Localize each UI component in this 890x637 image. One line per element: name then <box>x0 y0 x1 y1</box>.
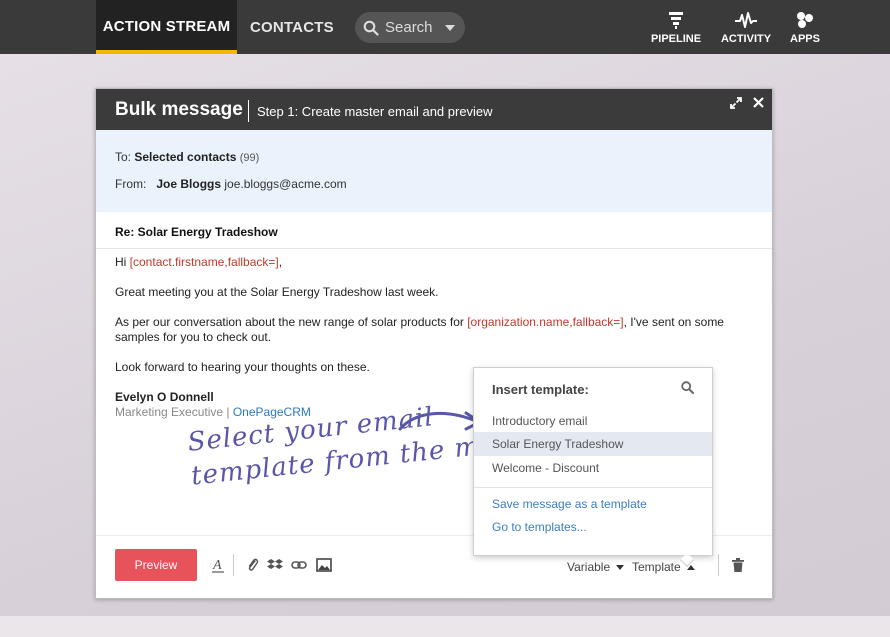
template-dropdown-label: Template <box>632 560 681 574</box>
toolbar-separator-right <box>718 554 719 576</box>
trash-icon[interactable] <box>729 556 747 574</box>
greeting-prefix: Hi <box>115 255 130 269</box>
merge-field-organization: [organization.name,fallback=] <box>467 315 624 329</box>
from-email: joe.bloggs@acme.com <box>224 177 347 191</box>
nav-tab-contacts[interactable]: CONTACTS <box>250 0 334 54</box>
body-line-2[interactable]: As per our conversation about the new ra… <box>115 315 760 345</box>
close-icon[interactable] <box>753 97 764 108</box>
image-icon[interactable] <box>315 556 333 574</box>
preview-button[interactable]: Preview <box>115 549 197 581</box>
signature-role: Marketing Executive <box>115 405 224 419</box>
text-format-icon[interactable]: A <box>209 556 227 574</box>
activity-icon <box>735 12 757 28</box>
search-box[interactable]: Search <box>355 12 465 43</box>
variable-dropdown-label: Variable <box>567 560 611 574</box>
template-item[interactable]: Welcome - Discount <box>474 456 712 480</box>
from-row: From: Joe Bloggs joe.bloggs@acme.com <box>115 177 347 191</box>
from-label: From: <box>115 177 147 191</box>
page-footer-band <box>0 616 890 637</box>
pipeline-icon <box>669 12 683 29</box>
variable-dropdown[interactable]: Variable <box>567 560 625 574</box>
chevron-down-icon[interactable] <box>445 25 455 31</box>
insert-template-menu: Insert template: Introductory email Sola… <box>473 367 713 568</box>
caret-down-icon <box>616 564 625 570</box>
signature-divider: | <box>223 405 233 419</box>
top-navigation: ACTION STREAM CONTACTS Search PIPELINE A… <box>0 0 890 54</box>
greeting-suffix: , <box>278 255 283 269</box>
nav-apps[interactable]: APPS <box>775 10 835 45</box>
toolbar-separator <box>233 554 234 576</box>
merge-field-firstname: [contact.firstname,fallback=] <box>129 255 279 269</box>
to-label: To: <box>115 150 132 164</box>
nav-activity[interactable]: ACTIVITY <box>716 10 776 45</box>
line2-prefix: As per our conversation about the new ra… <box>115 315 468 329</box>
subject-divider <box>96 248 772 249</box>
modal-header: Bulk message Step 1: Create master email… <box>96 89 772 130</box>
template-item[interactable]: Introductory email <box>474 409 712 433</box>
search-placeholder: Search <box>385 19 433 36</box>
body-line-1[interactable]: Great meeting you at the Solar Energy Tr… <box>115 285 760 300</box>
dropbox-icon[interactable] <box>266 556 284 574</box>
to-recipients[interactable]: Selected contacts <box>134 150 236 164</box>
greeting-line[interactable]: Hi [contact.firstname,fallback=], <box>115 255 760 270</box>
address-panel: To: Selected contacts (99) From: Joe Blo… <box>96 130 772 212</box>
header-divider <box>248 100 249 122</box>
expand-icon[interactable] <box>730 97 742 109</box>
to-row: To: Selected contacts (99) <box>115 150 259 164</box>
modal-title: Bulk message <box>115 99 243 120</box>
modal-step-label: Step 1: Create master email and preview <box>257 104 493 119</box>
template-item-selected[interactable]: Solar Energy Tradeshow <box>474 432 712 456</box>
menu-heading: Insert template: <box>492 382 589 397</box>
search-icon <box>363 20 379 36</box>
search-icon[interactable] <box>681 381 694 394</box>
go-to-templates-link[interactable]: Go to templates... <box>492 520 587 534</box>
paperclip-icon[interactable] <box>244 556 262 574</box>
svg-text:A: A <box>212 558 222 573</box>
subject-field[interactable]: Re: Solar Energy Tradeshow <box>115 225 278 239</box>
nav-pipeline-label: PIPELINE <box>650 33 702 45</box>
link-icon[interactable] <box>290 556 308 574</box>
nav-pipeline[interactable]: PIPELINE <box>646 10 706 45</box>
save-as-template-link[interactable]: Save message as a template <box>492 497 647 511</box>
nav-tab-action-stream[interactable]: ACTION STREAM <box>96 0 237 54</box>
nav-activity-label: ACTIVITY <box>720 33 772 45</box>
menu-divider <box>474 487 712 488</box>
apps-icon <box>797 12 813 28</box>
recipient-count: (99) <box>239 152 260 164</box>
from-name: Joe Bloggs <box>156 177 222 191</box>
nav-apps-label: APPS <box>790 33 820 45</box>
